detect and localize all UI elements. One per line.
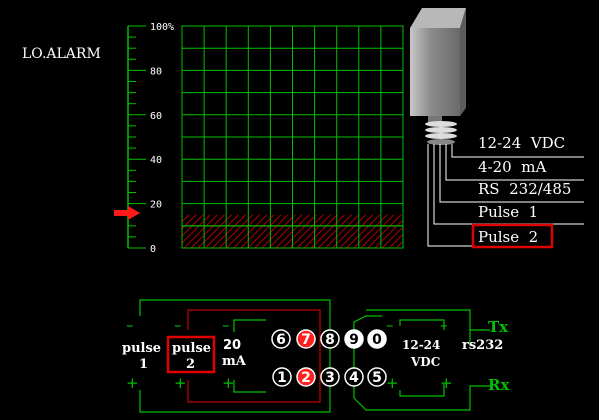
terminal-pin-label: 6: [276, 332, 286, 348]
scale-label: 60: [150, 111, 162, 122]
rs232-label: rs232: [462, 338, 503, 353]
pulse1-number[interactable]: 1: [139, 357, 148, 372]
lo-alarm-label: LO.ALARM: [22, 46, 101, 62]
ma-number: 20: [223, 338, 241, 353]
vdc-label: VDC: [410, 355, 440, 369]
plus-sign: +: [126, 374, 139, 392]
terminal-block: 67890 12345: [271, 329, 387, 387]
terminal-pin-label: 9: [349, 332, 359, 348]
pulse2-number[interactable]: 2: [186, 357, 195, 372]
tank-level-display: LO.ALARM 100%806040200 12-24 VDC 4-20 mA…: [22, 8, 584, 413]
rx-label: Rx: [488, 376, 510, 394]
terminal-pin-label: 5: [372, 370, 382, 386]
minus-sign: –: [126, 316, 134, 334]
minus-sign: –: [174, 316, 182, 334]
output-rs232-485[interactable]: RS 232/485: [478, 180, 571, 198]
alarm-pointer-icon[interactable]: [114, 206, 140, 220]
vdc-number: 12-24: [402, 338, 440, 352]
output-pulse-1[interactable]: Pulse 1: [478, 203, 538, 221]
output-vdc[interactable]: 12-24 VDC: [478, 134, 565, 152]
scale-label: 0: [150, 244, 156, 255]
pulse2-label[interactable]: pulse: [172, 341, 211, 356]
terminal-pin-label: 3: [325, 370, 335, 386]
scale-label: 80: [150, 66, 162, 77]
output-ma[interactable]: 4-20 mA: [478, 158, 546, 176]
terminal-pin-label: 4: [349, 370, 359, 386]
sensor-icon: [410, 8, 466, 145]
scale-label: 20: [150, 200, 162, 211]
scale-label: 40: [150, 155, 162, 166]
minus-sign: –: [386, 316, 394, 334]
terminal-pin-label: 8: [325, 332, 335, 348]
terminal-pin-label: 1: [277, 370, 287, 386]
terminal-pin-label: 2: [301, 370, 311, 386]
pulse1-label[interactable]: pulse: [122, 341, 161, 356]
output-pulse-2[interactable]: Pulse 2: [478, 228, 538, 246]
tank-grid: [181, 25, 404, 249]
level-scale: 100% 80 60 40 20 0: [127, 22, 174, 255]
plus-sign: +: [222, 374, 235, 392]
ma-label: mA: [222, 354, 247, 369]
plus-sign: +: [174, 374, 187, 392]
scale-label: 100%: [150, 22, 174, 33]
output-list: 12-24 VDC 4-20 mA RS 232/485 Pulse 1 Pul…: [471, 134, 571, 249]
plus-sign: +: [440, 374, 453, 392]
tx-label: Tx: [488, 318, 509, 336]
terminal-pin-label: 0: [372, 332, 382, 348]
minus-sign: –: [222, 316, 230, 334]
terminal-pin-label: 7: [301, 332, 311, 348]
plus-sign: +: [386, 374, 399, 392]
minus-sign: –: [440, 316, 448, 334]
